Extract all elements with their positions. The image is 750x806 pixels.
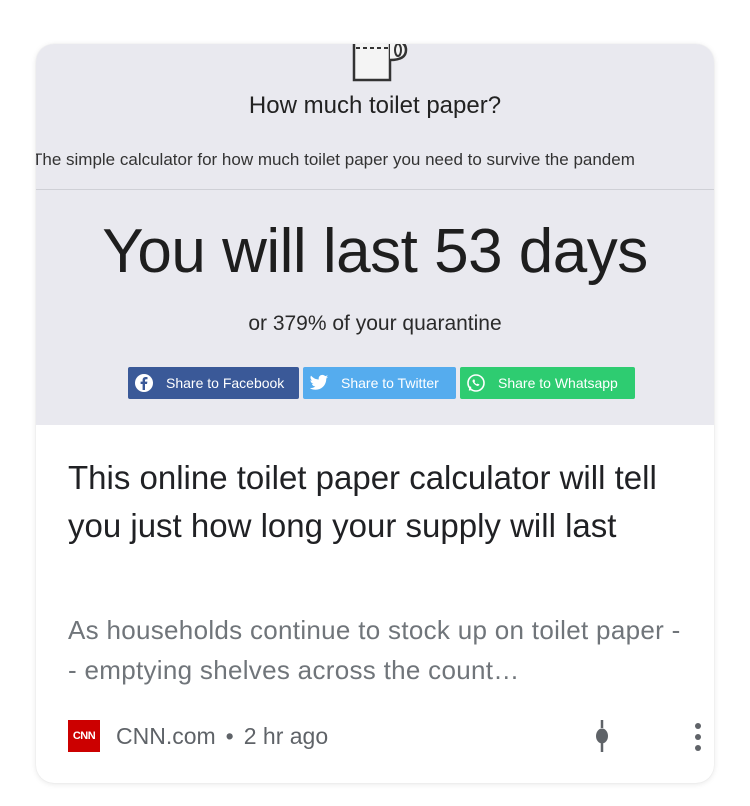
pin-icon[interactable] bbox=[592, 720, 612, 752]
article-thumbnail[interactable]: How much toilet paper? The simple calcul… bbox=[36, 44, 714, 425]
more-vert-icon[interactable] bbox=[688, 722, 708, 752]
quarantine-percent: or 379% of your quarantine bbox=[36, 312, 714, 336]
share-facebook-button[interactable]: Share to Facebook bbox=[128, 367, 299, 399]
percent-prefix: or bbox=[248, 312, 273, 335]
result-number: 53 bbox=[434, 217, 503, 286]
result-prefix: You will last bbox=[102, 217, 435, 286]
card-footer: CNN CNN.com • 2 hr ago bbox=[68, 720, 701, 752]
share-whatsapp-label: Share to Whatsapp bbox=[498, 375, 618, 391]
result-suffix: days bbox=[502, 217, 648, 286]
news-card[interactable]: How much toilet paper? The simple calcul… bbox=[36, 44, 714, 783]
whatsapp-icon bbox=[466, 373, 486, 393]
facebook-icon bbox=[134, 373, 154, 393]
share-whatsapp-button[interactable]: Share to Whatsapp bbox=[460, 367, 635, 399]
twitter-icon bbox=[309, 373, 329, 393]
separator-dot: • bbox=[225, 722, 234, 749]
divider bbox=[36, 189, 714, 190]
calculator-subtitle: The simple calculator for how much toile… bbox=[36, 150, 635, 169]
calculator-title: How much toilet paper? bbox=[248, 92, 502, 119]
percent-value: 379% bbox=[272, 312, 327, 335]
share-twitter-label: Share to Twitter bbox=[341, 375, 439, 391]
source-name[interactable]: CNN.com bbox=[116, 723, 216, 750]
cnn-logo: CNN bbox=[68, 720, 100, 752]
article-headline[interactable]: This online toilet paper calculator will… bbox=[68, 454, 688, 550]
share-buttons: Share to Facebook Share to Twitter Share… bbox=[128, 367, 635, 399]
share-facebook-label: Share to Facebook bbox=[166, 375, 285, 391]
result-headline: You will last 53 days bbox=[36, 216, 714, 287]
toilet-paper-icon bbox=[352, 44, 408, 82]
time-ago: 2 hr ago bbox=[243, 722, 329, 749]
percent-suffix: of your quarantine bbox=[326, 312, 502, 335]
share-twitter-button[interactable]: Share to Twitter bbox=[303, 367, 456, 399]
article-snippet: As households continue to stock up on to… bbox=[68, 615, 681, 685]
